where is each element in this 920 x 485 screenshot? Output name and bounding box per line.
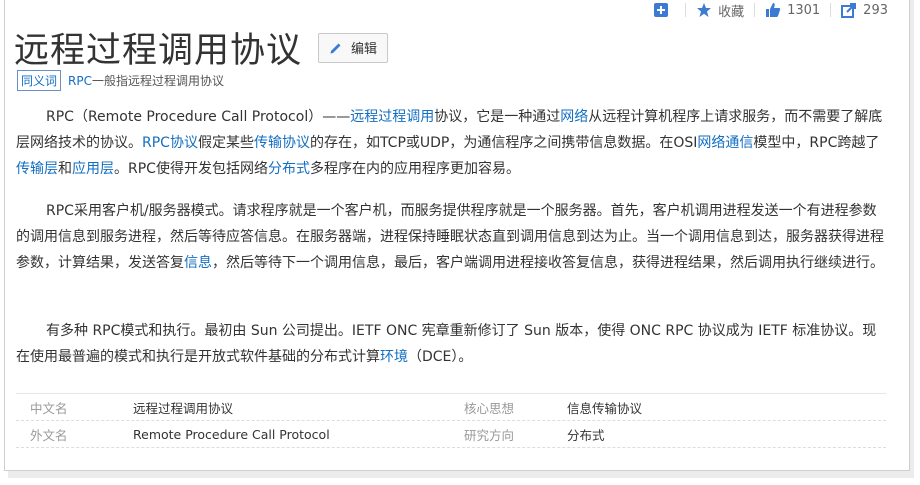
collect-label: 收藏 — [718, 4, 745, 20]
like-button[interactable]: 1301 — [755, 2, 832, 18]
synonym-row: 同义词 RPC一般指远程过程调用协议 — [17, 70, 224, 91]
thumbs-up-icon — [766, 3, 781, 17]
info-value: 信息传输协议 — [567, 400, 643, 416]
text: ，然后等待下一个调用信息，最后，客户端调用进程接收答复信息，获得进程结果，然后调… — [212, 255, 884, 271]
share-icon — [841, 3, 857, 18]
edit-label: 编辑 — [351, 42, 378, 57]
link-distributed[interactable]: 分布式 — [268, 161, 310, 177]
link-network-comm[interactable]: 网络通信 — [697, 135, 753, 151]
info-label: 研究方向 — [464, 427, 515, 443]
info-row: 中文名 远程过程调用协议 核心思想 信息传输协议 — [16, 393, 886, 421]
text: 。RPC使得开发包括网络 — [114, 161, 268, 177]
paragraph-3: 有多种 RPC模式和执行。最初由 Sun 公司提出。IETF ONC 宪章重新修… — [16, 318, 888, 370]
action-bar: 收藏 1301 293 — [643, 0, 898, 20]
link-transport-layer[interactable]: 传输层 — [16, 161, 58, 177]
text: 模型中，RPC跨越了 — [753, 135, 880, 151]
text: 的存在，如TCP或UDP，为通信程序之间携带信息数据。在OSI — [309, 135, 698, 151]
info-box: 中文名 远程过程调用协议 核心思想 信息传输协议 外文名 Remote Proc… — [16, 393, 886, 448]
text: （DCE）。 — [408, 349, 473, 365]
link-transport-protocol[interactable]: 传输协议 — [254, 135, 310, 151]
synonym-desc: 一般指远程过程调用协议 — [91, 74, 224, 88]
text: 多程序在内的应用程序更加容易。 — [309, 161, 520, 177]
collect-button[interactable]: 收藏 — [686, 3, 756, 20]
text: RPC（Remote Procedure Call Protocol）—— — [46, 109, 351, 125]
title-row: 远程过程调用协议 编辑 — [14, 22, 389, 73]
info-row: 外文名 Remote Procedure Call Protocol 研究方向 … — [16, 421, 886, 448]
add-button[interactable] — [643, 3, 687, 17]
paragraph-2: RPC采用客户机/服务器模式。请求程序就是一个客户机，而服务提供程序就是一个服务… — [16, 198, 888, 276]
edit-button[interactable]: 编辑 — [318, 32, 389, 63]
paragraph-1: RPC（Remote Procedure Call Protocol）——远程过… — [16, 104, 888, 182]
pencil-icon — [330, 43, 341, 53]
info-value: 远程过程调用协议 — [133, 400, 234, 416]
text: 假定某些 — [197, 135, 254, 151]
like-count: 1301 — [787, 2, 821, 18]
info-label: 中文名 — [30, 400, 68, 416]
synonym-term[interactable]: RPC — [68, 74, 92, 88]
link-information[interactable]: 信息 — [184, 255, 212, 271]
share-button[interactable]: 293 — [831, 2, 898, 18]
plus-icon — [654, 3, 669, 17]
synonym-text: RPC一般指远程过程调用协议 — [68, 72, 224, 89]
star-icon — [697, 3, 712, 17]
link-network[interactable]: 网络 — [560, 109, 588, 125]
frame-shadow-bottom — [8, 471, 914, 478]
link-rpc[interactable]: 远程过程调用 — [350, 109, 434, 125]
info-label: 外文名 — [30, 427, 68, 443]
page-title: 远程过程调用协议 — [14, 31, 303, 71]
info-value: 分布式 — [567, 427, 605, 443]
text: 协议，它是一种通过 — [434, 109, 561, 125]
synonym-tag[interactable]: 同义词 — [17, 70, 62, 91]
link-rpc-protocol[interactable]: RPC协议 — [142, 135, 198, 151]
text: 和 — [58, 161, 72, 177]
info-value: Remote Procedure Call Protocol — [133, 426, 330, 442]
share-count: 293 — [863, 2, 888, 18]
info-label: 核心思想 — [464, 400, 515, 416]
link-application-layer[interactable]: 应用层 — [72, 161, 114, 177]
link-environment[interactable]: 环境 — [380, 349, 408, 365]
